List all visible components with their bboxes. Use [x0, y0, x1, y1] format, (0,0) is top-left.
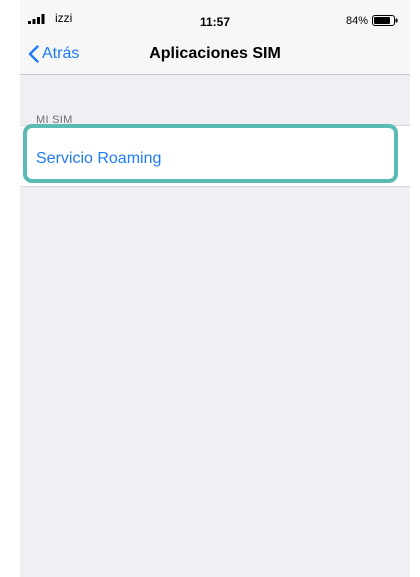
section-header: MI SIM — [36, 114, 73, 124]
page-title: Aplicaciones SIM — [149, 45, 281, 62]
status-bar: izzi 11:57 84% — [20, 0, 410, 36]
battery-icon — [372, 15, 398, 26]
list-item-label[interactable]: Servicio Roaming — [36, 150, 161, 168]
battery-percent: 84% — [345, 15, 368, 27]
phone-screen: izzi 11:57 84% Atrás Aplicaciones SIM MI… — [20, 0, 410, 577]
navigation-bar: Atrás Aplicaciones SIM — [20, 36, 410, 75]
empty-content-area — [20, 187, 410, 577]
list-item-servicio-roaming[interactable]: Servicio Roaming — [20, 125, 410, 187]
